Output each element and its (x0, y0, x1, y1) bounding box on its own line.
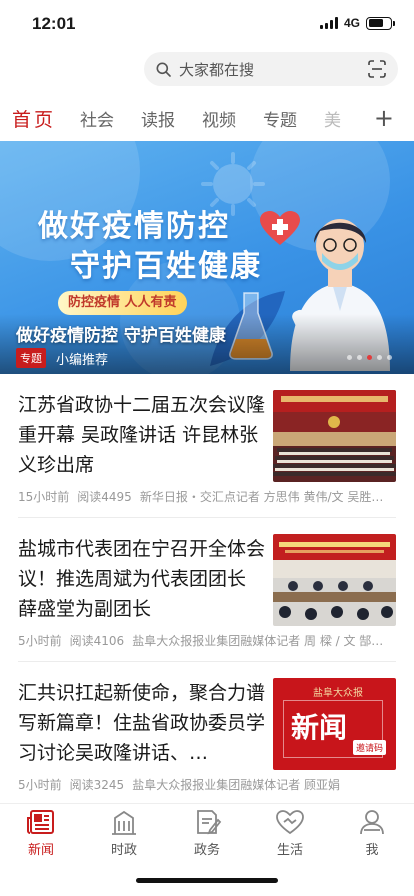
person-icon (360, 810, 384, 835)
news-meta: 5小时前 阅读3245 盐阜大众报报业集团融媒体记者 顾亚娟 (18, 776, 396, 793)
nav-label: 政务 (193, 843, 220, 858)
search-icon (156, 62, 171, 77)
nav-me[interactable]: 我 (342, 808, 402, 858)
nav-label: 时政 (110, 843, 137, 858)
carousel-dot[interactable] (377, 355, 382, 360)
banner-headline-1: 做好疫情防控 (38, 209, 230, 244)
nav-label: 新闻 (27, 843, 54, 858)
news-source: 盐阜大众报报业集团融媒体记者 顾亚娟 (132, 778, 341, 792)
nav-label: 生活 (276, 843, 303, 858)
news-item[interactable]: 盐城市代表团在宁召开全体会议！推选周斌为代表团团长 薛盛堂为副团长 5小时前 阅读… (0, 534, 414, 654)
tab-video[interactable]: 视频 (202, 106, 236, 131)
news-title[interactable]: 盐城市代表团在宁召开全体会议！推选周斌为代表团团长 薛盛堂为副团长 (18, 534, 268, 624)
carousel-dots[interactable] (347, 355, 392, 360)
tab-newspaper[interactable]: 读报 (141, 106, 175, 131)
battery-icon (366, 16, 395, 30)
tab-more-partial[interactable]: 美 (324, 106, 346, 131)
news-time: 5小时前 (18, 634, 62, 648)
news-reads: 阅读3245 (69, 778, 125, 792)
handshake-icon (276, 810, 304, 835)
carousel-dot[interactable] (367, 355, 372, 360)
status-bar: 12:01 4G (0, 0, 414, 50)
news-time: 5小时前 (18, 778, 62, 792)
search-placeholder: 大家都在搜 (179, 60, 255, 79)
nav-life[interactable]: 生活 (260, 808, 320, 858)
topic-badge: 专题 (16, 348, 46, 368)
add-channel-icon[interactable]: + (374, 104, 394, 132)
banner-slogan: 防控疫情 人人有责 (58, 291, 187, 315)
news-thumbnail[interactable] (273, 390, 396, 482)
news-reads: 阅读4495 (77, 490, 132, 504)
banner-carousel[interactable]: 做好疫情防控 守护百姓健康 防控疫情 人人有责 做好疫情防控 守护百姓健康 专题… (0, 141, 414, 374)
signal-icon (319, 17, 338, 29)
thumb-brand: 盐阜大众报 (313, 688, 363, 699)
home-indicator[interactable] (136, 878, 278, 883)
thumb-title: 新闻 (291, 711, 348, 744)
news-title[interactable]: 江苏省政协十二届五次会议隆重开幕 吴政隆讲话 许昆林张义珍出席 (18, 390, 268, 480)
banner-tag-row: 专题 小编推荐 (16, 348, 108, 368)
carousel-dot[interactable] (357, 355, 362, 360)
news-thumbnail[interactable] (273, 534, 396, 626)
divider (18, 517, 396, 518)
news-source: 新华日报・交汇点记者 方思伟 黄伟/文 吴胜… (139, 490, 384, 504)
tab-topics[interactable]: 专题 (263, 106, 297, 131)
news-meta: 5小时前 阅读4106 盐阜大众报报业集团融媒体记者 周 樑 / 文 郜… (18, 632, 396, 649)
news-item[interactable]: 汇共识扛起新使命，聚合力谱写新篇章！住盐省政协委员学习讨论吴政隆讲话、… 盐阜大… (0, 678, 414, 798)
nav-government[interactable]: 政务 (177, 808, 237, 858)
editor-recommend-label: 小编推荐 (56, 352, 109, 368)
network-type: 4G (343, 16, 360, 30)
tab-society[interactable]: 社会 (80, 106, 114, 131)
document-pen-icon (197, 810, 222, 835)
scan-icon[interactable] (368, 60, 386, 82)
newspaper-icon (27, 810, 54, 834)
news-title[interactable]: 汇共识扛起新使命，聚合力谱写新篇章！住盐省政协委员学习讨论吴政隆讲话、… (18, 678, 268, 768)
carousel-dot[interactable] (347, 355, 352, 360)
channel-tabs: 首页 社会 读报 视频 专题 美 + (0, 100, 414, 136)
banner-headline-2: 守护百姓健康 (70, 249, 262, 284)
nav-label: 我 (365, 843, 379, 858)
thumb-badge: 邀请码 (353, 740, 387, 755)
news-source: 盐阜大众报报业集团融媒体记者 周 樑 / 文 郜… (132, 634, 384, 648)
news-time: 15小时前 (18, 490, 70, 504)
news-item[interactable]: 江苏省政协十二届五次会议隆重开幕 吴政隆讲话 许昆林张义珍出席 15小时前 阅读4… (0, 390, 414, 510)
heart-plus-icon (260, 211, 300, 245)
news-meta: 15小时前 阅读4495 新华日报・交汇点记者 方思伟 黄伟/文 吴胜… (18, 488, 396, 505)
building-icon (112, 810, 136, 835)
tab-home[interactable]: 首页 (12, 105, 56, 132)
banner-caption: 做好疫情防控 守护百姓健康 (16, 326, 226, 346)
status-time: 12:01 (32, 14, 76, 33)
news-thumbnail[interactable]: 盐阜大众报 新闻 邀请码 (273, 678, 396, 770)
nav-politics[interactable]: 时政 (94, 808, 154, 858)
nav-news[interactable]: 新闻 (11, 808, 71, 858)
carousel-dot[interactable] (387, 355, 392, 360)
news-reads: 阅读4106 (69, 634, 125, 648)
search-bar[interactable]: 大家都在搜 (144, 52, 398, 86)
status-indicators: 4G (319, 16, 395, 30)
divider (18, 661, 396, 662)
